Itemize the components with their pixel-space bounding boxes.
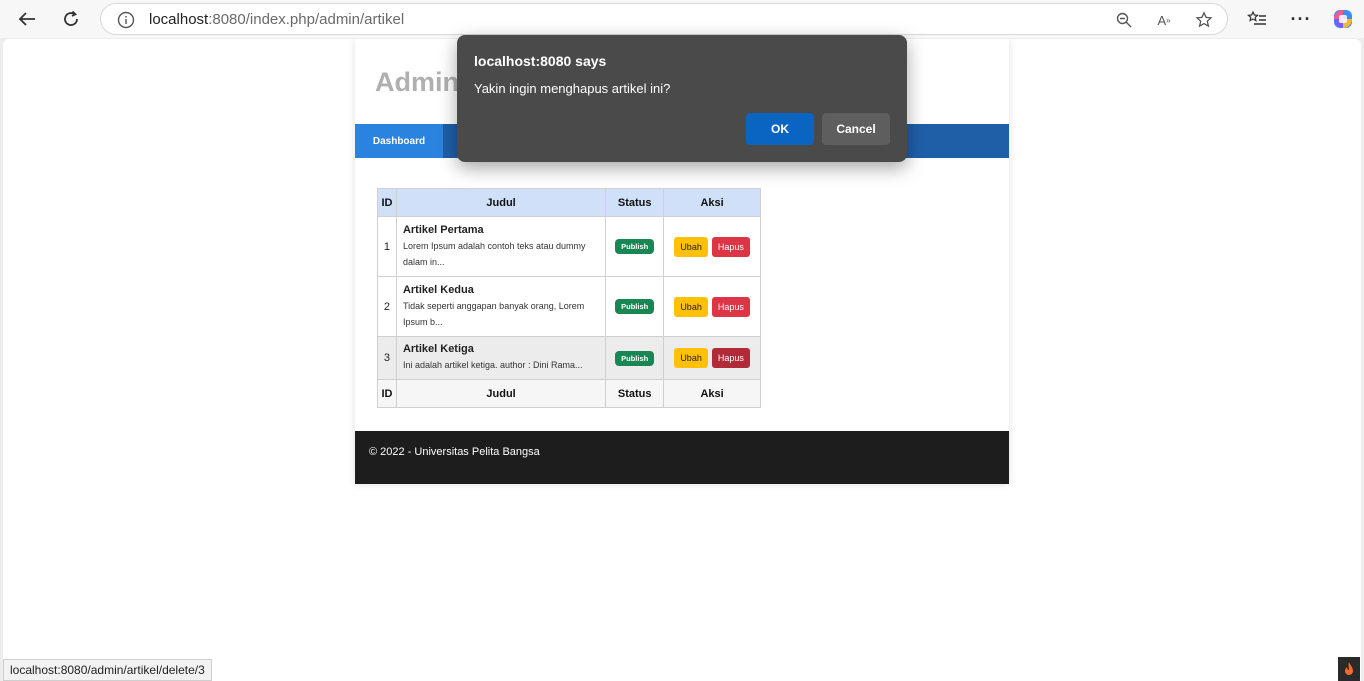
- article-title: Artikel Pertama: [402, 223, 484, 236]
- article-title: Artikel Ketiga: [402, 343, 474, 355]
- edit-button[interactable]: Ubah: [674, 296, 708, 317]
- zoom-out-icon[interactable]: [1114, 10, 1134, 30]
- page-title: Admin: [375, 67, 459, 97]
- delete-button[interactable]: Hapus: [711, 348, 750, 368]
- footer-status: Status: [605, 379, 665, 408]
- refresh-icon[interactable]: [56, 5, 86, 33]
- more-icon[interactable]: ···: [1286, 5, 1316, 33]
- row-aksi: Ubah Hapus: [663, 336, 761, 380]
- table-header-row: ID Judul Status Aksi: [377, 188, 761, 217]
- browser-toolbar: localhost:8080/index.php/admin/artikel A…: [0, 0, 1364, 38]
- articles-table: ID Judul Status Aksi 1 Artikel Pertama L…: [377, 188, 761, 408]
- row-id: 1: [377, 216, 397, 277]
- footer-aksi: Aksi: [663, 379, 761, 408]
- dialog-title: localhost:8080 says: [474, 53, 607, 69]
- dialog-message: Yakin ingin menghapus artikel ini?: [474, 81, 671, 96]
- article-snippet: Lorem Ipsum adalah contoh teks atau dumm…: [402, 240, 586, 267]
- status-url: localhost:8080/admin/artikel/delete/3: [10, 663, 205, 677]
- row-status: Publish: [605, 276, 665, 337]
- page-footer: © 2022 - Universitas Pelita Bangsa: [355, 431, 1009, 484]
- row-status: Publish: [605, 336, 665, 380]
- row-aksi: Ubah Hapus: [663, 216, 761, 277]
- delete-button[interactable]: Hapus: [711, 296, 750, 317]
- flame-icon[interactable]: [1338, 657, 1360, 681]
- status-bar-url: localhost:8080/admin/artikel/delete/3: [3, 659, 212, 681]
- status-badge: Publish: [615, 239, 655, 254]
- row-id: 2: [377, 276, 397, 337]
- row-judul: Artikel Pertama Lorem Ipsum adalah conto…: [395, 216, 607, 277]
- ok-button[interactable]: OK: [746, 113, 814, 145]
- table-row: 3 Artikel Ketiga Ini adalah artikel keti…: [377, 336, 761, 380]
- row-judul: Artikel Ketiga Ini adalah artikel ketiga…: [395, 336, 607, 380]
- delete-button[interactable]: Hapus: [711, 236, 750, 257]
- article-title: Artikel Kedua: [402, 283, 474, 296]
- footer-text: © 2022 - Universitas Pelita Bangsa: [369, 446, 540, 458]
- edit-button[interactable]: Ubah: [674, 236, 708, 257]
- article-snippet: Ini adalah artikel ketiga. author : Dini…: [402, 360, 583, 370]
- copilot-icon[interactable]: [1328, 5, 1358, 33]
- row-status: Publish: [605, 216, 665, 277]
- address-bar[interactable]: localhost:8080/index.php/admin/artikel A…: [100, 3, 1228, 35]
- url-host: localhost: [149, 11, 209, 28]
- url-path: :8080/index.php/admin/artikel: [208, 11, 405, 28]
- header-aksi: Aksi: [663, 188, 761, 217]
- header-id: ID: [377, 188, 397, 217]
- url-text: localhost:8080/index.php/admin/artikel: [149, 11, 404, 28]
- article-snippet: Tidak seperti anggapan banyak orang, Lor…: [402, 300, 585, 327]
- footer-judul: Judul: [395, 379, 607, 408]
- confirm-dialog: localhost:8080 says Yakin ingin menghapu…: [457, 35, 907, 162]
- nav-item-dashboard[interactable]: Dashboard: [355, 124, 443, 158]
- row-judul: Artikel Kedua Tidak seperti anggapan ban…: [395, 276, 607, 337]
- header-status: Status: [605, 188, 665, 217]
- status-badge: Publish: [615, 350, 655, 366]
- table-row: 2 Artikel Kedua Tidak seperti anggapan b…: [377, 276, 761, 337]
- table-row: 1 Artikel Pertama Lorem Ipsum adalah con…: [377, 216, 761, 277]
- table-footer-row: ID Judul Status Aksi: [377, 379, 761, 408]
- favorite-star-icon[interactable]: [1194, 10, 1214, 30]
- status-badge: Publish: [615, 299, 655, 314]
- edit-button[interactable]: Ubah: [674, 348, 708, 368]
- favorites-list-icon[interactable]: [1242, 5, 1272, 33]
- cancel-button[interactable]: Cancel: [822, 113, 890, 145]
- row-aksi: Ubah Hapus: [663, 276, 761, 337]
- info-icon[interactable]: [117, 11, 135, 34]
- read-aloud-icon[interactable]: A»: [1154, 10, 1174, 30]
- back-arrow-icon[interactable]: [12, 5, 42, 33]
- row-id: 3: [377, 336, 397, 380]
- footer-id: ID: [377, 379, 397, 408]
- header-judul: Judul: [395, 188, 607, 217]
